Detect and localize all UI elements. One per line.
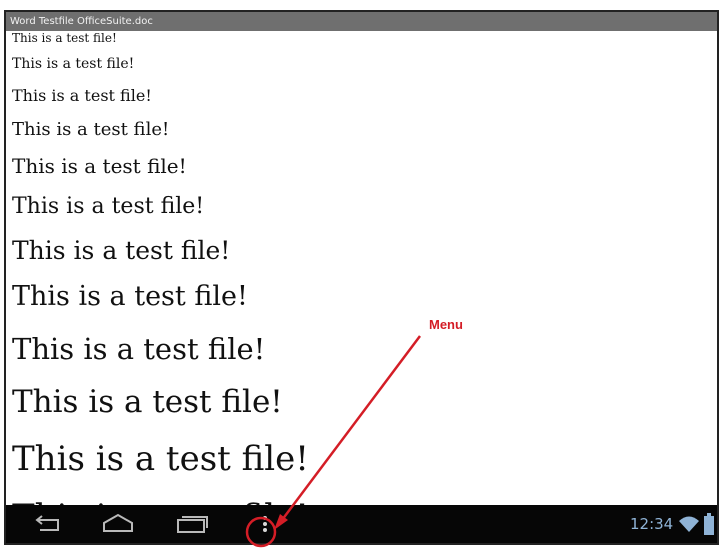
recent-apps-icon: [177, 516, 208, 533]
doc-line: This is a test file!: [12, 56, 135, 72]
doc-line: This is a test file!: [12, 281, 248, 312]
doc-line: This is a test file!: [12, 31, 117, 45]
home-icon: [103, 513, 133, 532]
doc-line: This is a test file!: [12, 236, 231, 265]
overflow-menu-button[interactable]: [252, 511, 278, 537]
document-area[interactable]: This is a test file! This is a test file…: [12, 31, 717, 505]
overflow-menu-icon: [263, 516, 267, 532]
back-arrow-icon: [35, 515, 59, 531]
doc-line: This is a test file!: [12, 439, 309, 479]
device-screen: Word Testfile OfficeSuite.doc This is a …: [4, 10, 719, 545]
doc-line: This is a test file!: [12, 497, 309, 505]
doc-line: This is a test file!: [12, 332, 266, 366]
recent-apps-button[interactable]: [172, 511, 212, 537]
system-navigation-bar: 12:34: [6, 505, 717, 543]
window-title: Word Testfile OfficeSuite.doc: [6, 12, 717, 31]
status-clock: 12:34: [630, 515, 674, 533]
wifi-icon: [679, 516, 699, 532]
home-button[interactable]: [98, 511, 138, 537]
battery-icon: [704, 513, 714, 535]
doc-line: This is a test file!: [12, 384, 283, 420]
annotation-menu-label: Menu: [429, 317, 463, 332]
doc-line: This is a test file!: [12, 194, 205, 219]
doc-line: This is a test file!: [12, 86, 152, 105]
doc-line: This is a test file!: [12, 119, 170, 140]
doc-line: This is a test file!: [12, 154, 187, 178]
back-button[interactable]: [28, 511, 64, 537]
